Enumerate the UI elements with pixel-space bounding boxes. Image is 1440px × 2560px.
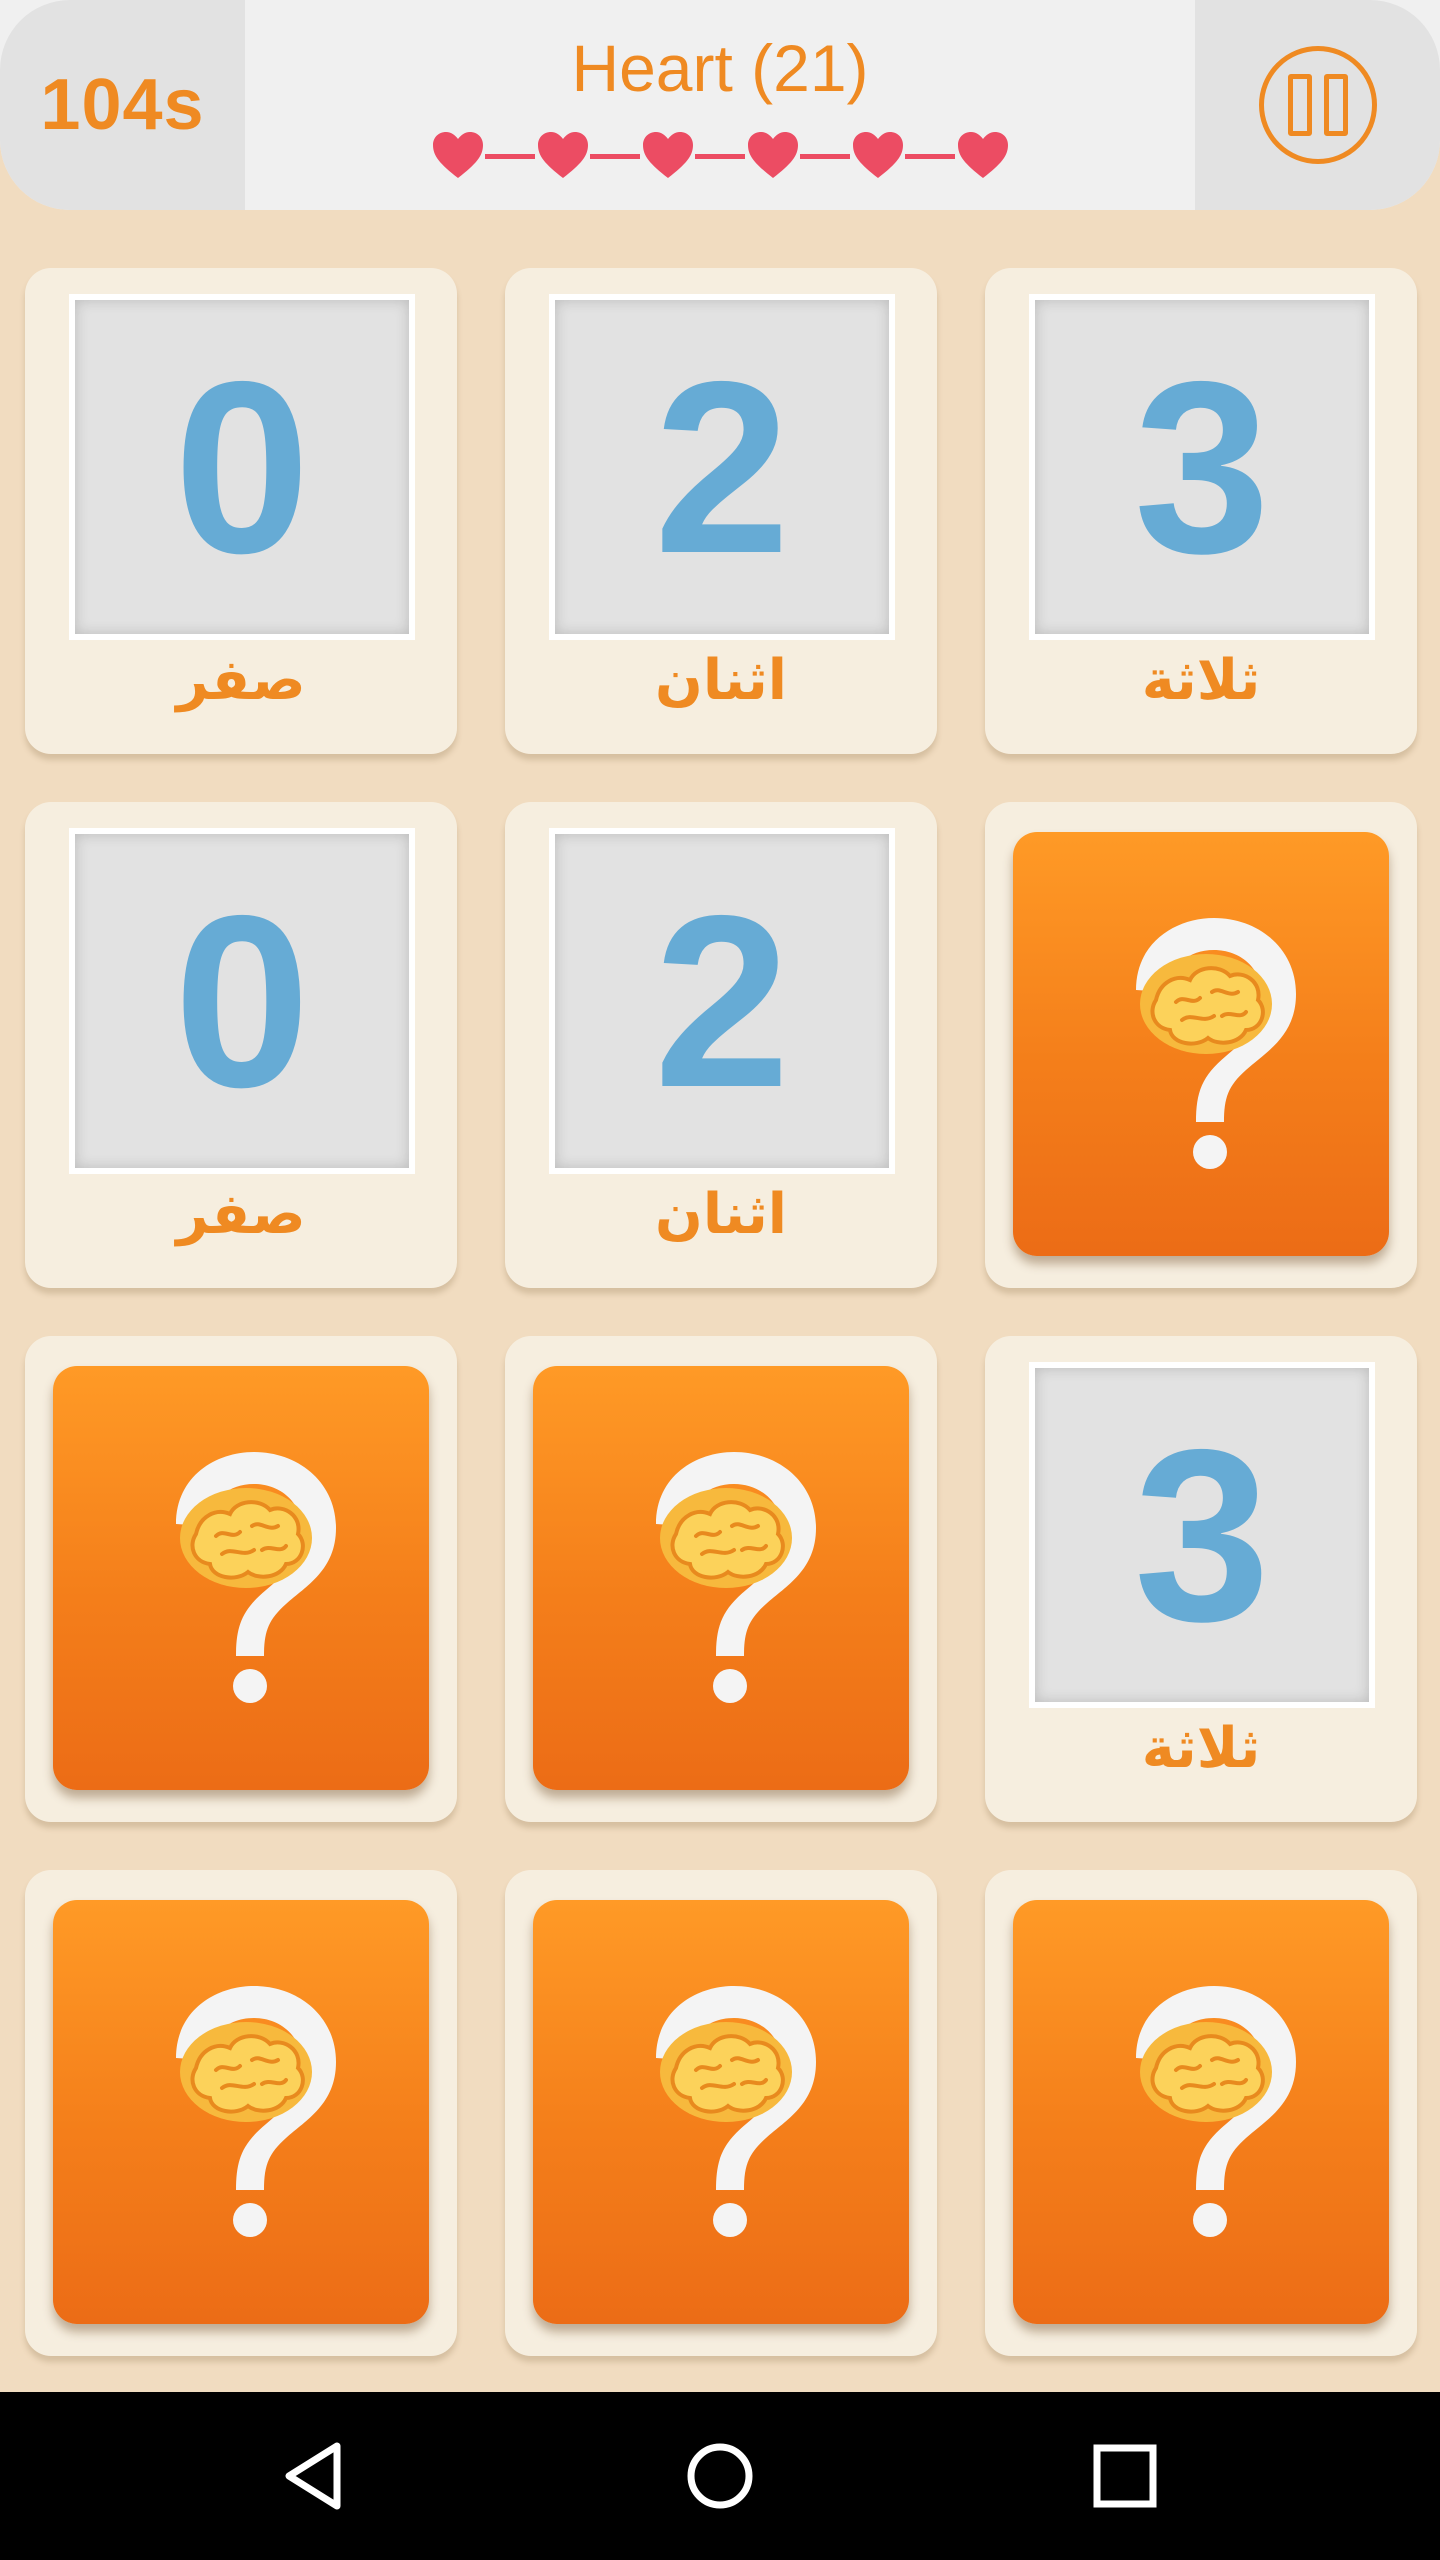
brain-question-icon [136,1446,346,1711]
home-icon[interactable] [680,2436,760,2516]
card-word: صفر [176,1182,306,1247]
card-back [1013,832,1389,1256]
pause-button[interactable] [1195,0,1440,210]
card-face-down[interactable] [25,1336,457,1822]
card-digit: 2 [653,863,791,1138]
card-face-down[interactable] [25,1870,457,2356]
brain-question-icon [136,1980,346,2245]
card-image-frame: 0 [69,294,415,640]
card-word: اثنان [655,648,787,713]
heart-link [800,154,850,159]
card-face-up[interactable]: 0 صفر [25,802,457,1288]
brain-question-icon [616,1980,826,2245]
pause-icon [1258,46,1377,164]
heart-icon [430,128,486,184]
heart-link [590,154,640,159]
card-word: ثلاثة [1141,1716,1261,1781]
card-digit: 3 [1133,1397,1271,1672]
navigation-bar [0,2392,1440,2560]
card-digit: 2 [653,329,791,604]
timer-text: 104s [40,65,205,145]
card-face-up[interactable]: 3 ثلاثة [985,1336,1417,1822]
heart-icon [955,128,1011,184]
card-image-frame: 0 [69,828,415,1174]
heart-icon [640,128,696,184]
brain-question-icon [1096,912,1306,1177]
card-back [533,1900,909,2324]
card-digit: 0 [173,329,311,604]
card-face-up[interactable]: 0 صفر [25,268,457,754]
card-face-up[interactable]: 2 اثنان [505,268,937,754]
card-word: ثلاثة [1141,648,1261,713]
card-face-up[interactable]: 2 اثنان [505,802,937,1288]
card-face-up[interactable]: 3 ثلاثة [985,268,1417,754]
heart-icon [535,128,591,184]
card-image-frame: 2 [549,828,895,1174]
level-title: Heart (21) [571,31,869,105]
timer-box: 104s [0,0,245,210]
card-face-down[interactable] [985,802,1417,1288]
heart-link [485,154,535,159]
heart-icon [850,128,906,184]
card-digit: 3 [1133,329,1271,604]
card-back [53,1366,429,1790]
brain-question-icon [1096,1980,1306,2245]
heart-icon [745,128,801,184]
card-back [1013,1900,1389,2324]
card-face-down[interactable] [505,1336,937,1822]
card-image-frame: 3 [1029,294,1375,640]
card-back [53,1900,429,2324]
heart-link [695,154,745,159]
game-header: 104s Heart (21) [0,0,1440,210]
card-word: صفر [176,648,306,713]
card-face-down[interactable] [505,1870,937,2356]
lives-indicator [430,128,1010,184]
card-digit: 0 [173,863,311,1138]
card-back [533,1366,909,1790]
card-word: اثنان [655,1182,787,1247]
heart-link [905,154,955,159]
card-image-frame: 2 [549,294,895,640]
recents-icon[interactable] [1085,2436,1165,2516]
brain-question-icon [616,1446,826,1711]
card-face-down[interactable] [985,1870,1417,2356]
back-icon[interactable] [275,2436,355,2516]
card-image-frame: 3 [1029,1362,1375,1708]
